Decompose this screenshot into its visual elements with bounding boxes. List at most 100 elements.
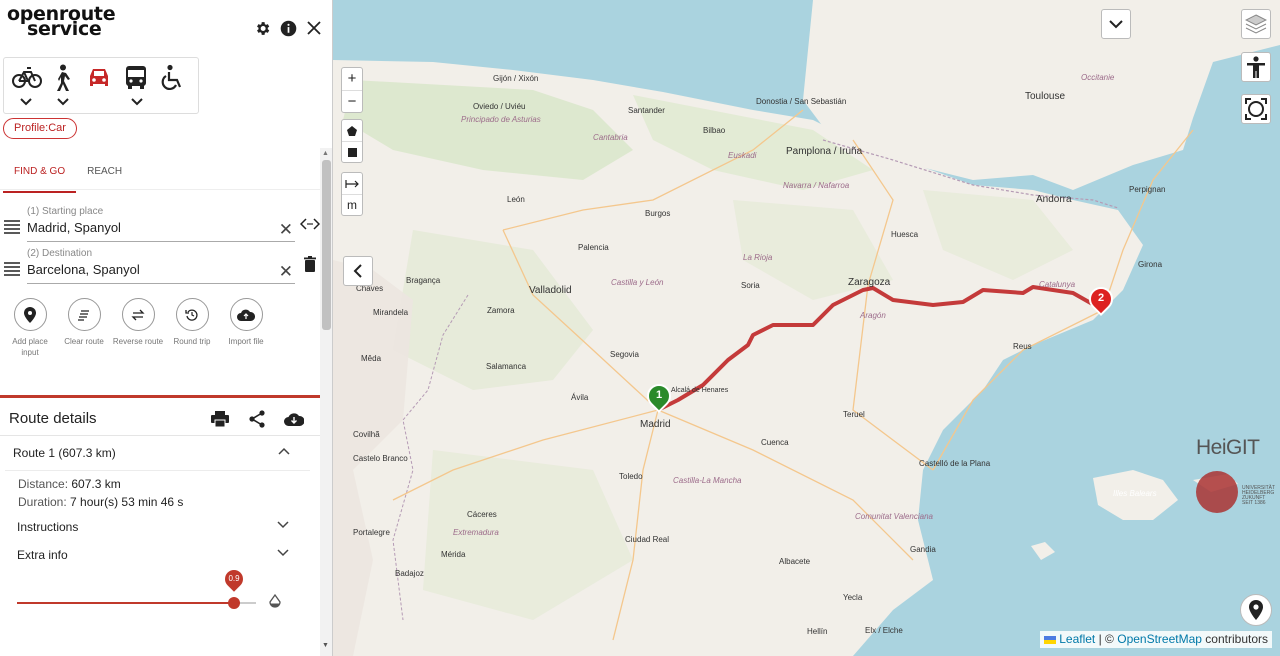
draw-rectangle-button[interactable]	[342, 141, 362, 162]
info-icon[interactable]	[278, 18, 298, 38]
label-illes-balears: Illes Balears	[1113, 489, 1157, 498]
label-oviedo: Oviedo / Uviéu	[473, 102, 526, 111]
label-occitanie: Occitanie	[1081, 73, 1115, 82]
route-direction-icon[interactable]	[300, 218, 320, 230]
layers-button[interactable]	[1241, 9, 1271, 39]
label-comunitat-valenciana: Comunitat Valenciana	[855, 512, 933, 521]
label-zamora: Zamora	[487, 306, 515, 315]
map-canvas[interactable]: Gijón / Xixón Oviedo / Uviéu Santander B…	[333, 0, 1280, 656]
fit-bounds-button[interactable]	[1241, 94, 1271, 124]
label-cuenca: Cuenca	[761, 438, 789, 447]
chevron-down-icon	[131, 98, 143, 106]
label-madrid: Madrid	[640, 419, 671, 430]
trash-icon[interactable]	[304, 256, 316, 272]
route-details-title: Route details	[9, 410, 97, 427]
measure-unit-button[interactable]: m	[342, 194, 362, 215]
starting-place-value[interactable]: Madrid, Spanyol	[27, 220, 121, 235]
label-portalegre: Portalegre	[353, 528, 390, 537]
measure-distance-button[interactable]	[342, 173, 362, 194]
label-toulouse: Toulouse	[1025, 91, 1066, 102]
reverse-route-button[interactable]: Reverse route	[111, 298, 165, 358]
accessibility-button[interactable]	[1241, 52, 1271, 82]
cloud-download-icon[interactable]	[283, 409, 305, 429]
place-input-start: (1) Starting place Madrid, Spanyol ✕	[3, 206, 320, 242]
route-1-row[interactable]: Route 1 (607.3 km)	[5, 437, 310, 471]
label-pamplona: Pamplona / Iruña	[786, 146, 863, 157]
clear-route-button[interactable]: Clear route	[57, 298, 111, 358]
label-meda: Mêda	[361, 354, 382, 363]
drag-handle-icon[interactable]	[4, 262, 20, 276]
label-toledo: Toledo	[619, 472, 643, 481]
label-gandia: Gandia	[910, 545, 936, 554]
zoom-out-button[interactable]: −	[342, 90, 362, 112]
route-details-header: Route details	[0, 398, 320, 436]
import-file-button[interactable]: Import file	[219, 298, 273, 358]
clear-input-icon[interactable]: ✕	[279, 262, 293, 282]
profile-bike[interactable]	[8, 58, 45, 113]
sidebar: openroute service Profile:Car FIND & GO …	[0, 0, 333, 656]
scrollbar-thumb[interactable]	[322, 160, 331, 330]
destination-value[interactable]: Barcelona, Spanyol	[27, 262, 140, 277]
add-place-input-button[interactable]: Add place input	[3, 298, 57, 358]
route-1-label: Route 1 (607.3 km)	[13, 446, 116, 460]
label-segovia: Segovia	[610, 350, 639, 359]
label-bilbao: Bilbao	[703, 126, 726, 135]
instructions-row[interactable]: Instructions	[17, 518, 289, 538]
label-navarra: Navarra / Nafarroa	[783, 181, 850, 190]
scroll-up-icon[interactable]: ▲	[322, 150, 329, 157]
drag-handle-icon[interactable]	[4, 220, 20, 234]
label-hellin: Hellín	[807, 627, 828, 636]
profile-chip[interactable]: Profile:Car	[3, 118, 77, 139]
round-trip-button[interactable]: Round trip	[165, 298, 219, 358]
gear-icon[interactable]	[252, 18, 272, 38]
leaflet-link[interactable]: Leaflet	[1059, 632, 1095, 646]
label-palencia: Palencia	[578, 243, 609, 252]
share-icon[interactable]	[246, 409, 268, 429]
zoom-in-button[interactable]: +	[342, 68, 362, 90]
add-place-input-label: Add place input	[12, 337, 48, 357]
measure-control: m	[341, 172, 363, 216]
profile-walk[interactable]	[45, 58, 82, 113]
slider-track-filled	[17, 602, 234, 604]
close-icon[interactable]	[304, 18, 324, 38]
clear-route-label: Clear route	[64, 337, 104, 346]
clear-input-icon[interactable]: ✕	[279, 220, 293, 240]
clear-icon	[78, 309, 89, 321]
university-text: UNIVERSITÄT HEIDELBERG ZUKUNFT SEIT 1386	[1242, 485, 1276, 506]
draw-polygon-button[interactable]	[342, 120, 362, 141]
slider-knob[interactable]	[228, 597, 240, 609]
label-caceres: Cáceres	[467, 510, 497, 519]
scroll-down-icon[interactable]: ▼	[322, 642, 329, 649]
print-icon[interactable]	[209, 409, 231, 429]
label-santander: Santander	[628, 106, 665, 115]
round-trip-icon	[185, 309, 198, 321]
attribution-separator: | ©	[1098, 632, 1114, 646]
cloud-upload-icon	[237, 309, 255, 321]
label-albacete: Albacete	[779, 557, 811, 566]
starting-place-field[interactable]: (1) Starting place Madrid, Spanyol ✕	[27, 206, 295, 242]
import-file-label: Import file	[228, 337, 264, 346]
chevron-down-icon	[1109, 19, 1123, 28]
label-castilla-la-mancha: Castilla-La Mancha	[673, 476, 742, 485]
map-dropdown-button[interactable]	[1101, 9, 1131, 39]
locate-me-button[interactable]	[1240, 594, 1272, 626]
profile-wheelchair[interactable]	[156, 58, 193, 113]
distance-label: Distance:	[18, 477, 69, 491]
label-huesca: Huesca	[891, 230, 919, 239]
profile-car[interactable]	[82, 58, 119, 113]
opacity-slider[interactable]: 0.9	[17, 566, 281, 616]
chevron-up-icon	[278, 447, 290, 455]
label-donostia: Donostia / San Sebastián	[756, 97, 847, 106]
distance-value: 607.3 km	[71, 477, 121, 491]
label-aragon: Aragón	[860, 311, 886, 320]
osm-link[interactable]: OpenStreetMap	[1117, 632, 1202, 646]
walking-icon	[57, 64, 70, 91]
label-teruel: Teruel	[843, 410, 865, 419]
label-cantabria: Cantabria	[593, 133, 628, 142]
chevron-down-icon	[277, 549, 289, 557]
label-gijon: Gijón / Xixón	[493, 74, 539, 83]
profile-bus[interactable]	[119, 58, 156, 113]
destination-field[interactable]: (2) Destination Barcelona, Spanyol ✕	[27, 248, 295, 284]
collapse-sidebar-button[interactable]	[343, 256, 373, 286]
extra-info-row[interactable]: Extra info	[17, 546, 289, 566]
